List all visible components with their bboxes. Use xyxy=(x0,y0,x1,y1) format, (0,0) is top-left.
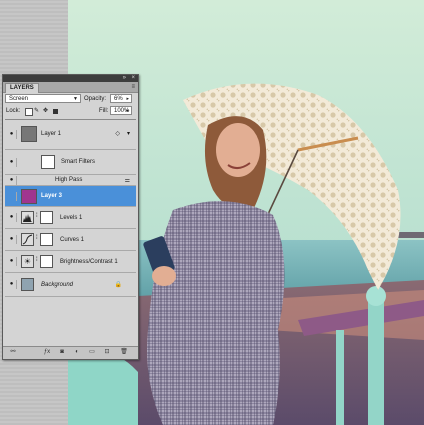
histogram-icon xyxy=(23,214,32,222)
brightness-adjustment-icon: ☀ xyxy=(21,255,34,268)
blend-opacity-row: Screen ▼ Opacity: 6% ▸ xyxy=(3,93,138,105)
link-icon: ⁞ xyxy=(36,235,38,241)
blend-mode-value: Screen xyxy=(9,96,29,102)
layer-row-levels-1[interactable]: ● ⁞ Levels 1 xyxy=(5,207,136,229)
eye-icon[interactable]: ● xyxy=(7,257,17,266)
curves-adjustment-icon xyxy=(21,233,34,246)
panel-titlebar[interactable]: » × xyxy=(3,75,138,82)
layer-name[interactable]: Curves 1 xyxy=(60,237,84,243)
lock-fill-row: Lock: ✎ ✥ Fill: 100% ▸ xyxy=(3,105,138,117)
link-icon: ⁞ xyxy=(36,257,38,263)
new-layer-icon[interactable]: ⊡ xyxy=(103,349,111,356)
tab-layers[interactable]: LAYERS xyxy=(5,83,39,93)
filter-options-icon[interactable]: ⚌ xyxy=(125,177,130,184)
layer-row-curves-1[interactable]: ● ⁞ Curves 1 xyxy=(5,229,136,251)
lock-transparent-icon[interactable] xyxy=(25,108,33,116)
layer-row-background[interactable]: ● Background 🔒 xyxy=(5,273,136,297)
background-thumbnail xyxy=(21,278,34,291)
opacity-label: Opacity: xyxy=(84,96,107,102)
eye-icon[interactable]: ● xyxy=(7,158,17,167)
expand-arrow-icon[interactable]: ▾ xyxy=(127,130,130,137)
layer-row-layer-3[interactable]: Layer 3 xyxy=(5,186,136,207)
levels-adjustment-icon xyxy=(21,211,34,224)
filter-mask-thumbnail xyxy=(41,155,55,169)
layer-thumbnail xyxy=(21,189,37,204)
panel-menu-icon[interactable]: ≡ xyxy=(131,83,135,91)
layers-panel: » × LAYERS ≡ Screen ▼ Opacity: 6% ▸ Lock… xyxy=(2,74,139,360)
lock-all-icon[interactable] xyxy=(53,109,58,114)
eye-icon[interactable]: ● xyxy=(7,130,17,139)
curve-icon xyxy=(22,234,33,245)
chevron-right-icon: ▸ xyxy=(126,108,129,114)
layer-name[interactable]: Levels 1 xyxy=(60,215,82,221)
lock-icon: 🔒 xyxy=(114,282,122,288)
chevron-down-icon: ▼ xyxy=(73,96,78,102)
layer-name[interactable]: Background xyxy=(41,282,73,288)
layer-row-brightness-contrast-1[interactable]: ● ☀ ⁞ Brightness/Contrast 1 xyxy=(5,251,136,273)
opacity-input[interactable]: 6% ▸ xyxy=(110,94,132,103)
add-mask-icon[interactable]: ◙ xyxy=(58,349,66,356)
lock-move-icon[interactable]: ✥ xyxy=(43,107,48,116)
fill-input[interactable]: 100% ▸ xyxy=(110,106,132,115)
lock-paint-icon[interactable]: ✎ xyxy=(34,107,39,116)
panel-tab-row: LAYERS ≡ xyxy=(3,82,138,93)
eye-icon[interactable]: ● xyxy=(7,176,17,185)
link-icon: ⁞ xyxy=(36,213,38,219)
close-icon[interactable]: × xyxy=(131,75,135,82)
layer-name[interactable]: High Pass xyxy=(55,177,82,183)
layer-mask-thumbnail xyxy=(40,255,53,268)
layer-name[interactable]: Layer 3 xyxy=(41,193,62,199)
collapse-icon[interactable]: » xyxy=(123,75,126,82)
blend-mode-select[interactable]: Screen ▼ xyxy=(5,94,81,103)
eye-icon[interactable]: ● xyxy=(7,235,17,244)
layer-thumbnail xyxy=(21,126,37,142)
lock-label: Lock: xyxy=(6,108,21,114)
layer-mask-thumbnail xyxy=(40,211,53,224)
eye-icon[interactable]: ● xyxy=(7,280,17,289)
chevron-right-icon: ▸ xyxy=(126,96,129,102)
layer-row-high-pass[interactable]: ● High Pass ⚌ xyxy=(5,175,136,186)
opacity-value: 6% xyxy=(114,96,123,102)
panel-footer: ⚯ ƒx ◙ ◐ ▭ ⊡ 🗑 xyxy=(3,346,138,359)
delete-layer-icon[interactable]: 🗑 xyxy=(120,349,128,356)
new-group-icon[interactable]: ▭ xyxy=(88,349,96,356)
layer-row-smart-filters[interactable]: ● Smart Filters xyxy=(5,150,136,175)
layer-name[interactable]: Layer 1 xyxy=(41,131,61,137)
layer-name[interactable]: Smart Filters xyxy=(61,159,95,165)
adjustment-layer-icon[interactable]: ◐ xyxy=(73,349,81,356)
layer-row-layer-1[interactable]: ● Layer 1 ◇ ▾ xyxy=(5,120,136,150)
layers-list: ● Layer 1 ◇ ▾ ● Smart Filters ● High Pas… xyxy=(5,119,136,344)
layer-mask-thumbnail xyxy=(40,233,53,246)
eye-icon[interactable] xyxy=(7,192,17,201)
smart-object-icon: ◇ xyxy=(115,131,120,137)
layer-name[interactable]: Brightness/Contrast 1 xyxy=(60,259,118,265)
fill-label: Fill: xyxy=(99,108,109,114)
link-layers-icon[interactable]: ⚯ xyxy=(9,349,17,356)
eye-icon[interactable]: ● xyxy=(7,213,17,222)
add-style-icon[interactable]: ƒx xyxy=(43,349,51,356)
